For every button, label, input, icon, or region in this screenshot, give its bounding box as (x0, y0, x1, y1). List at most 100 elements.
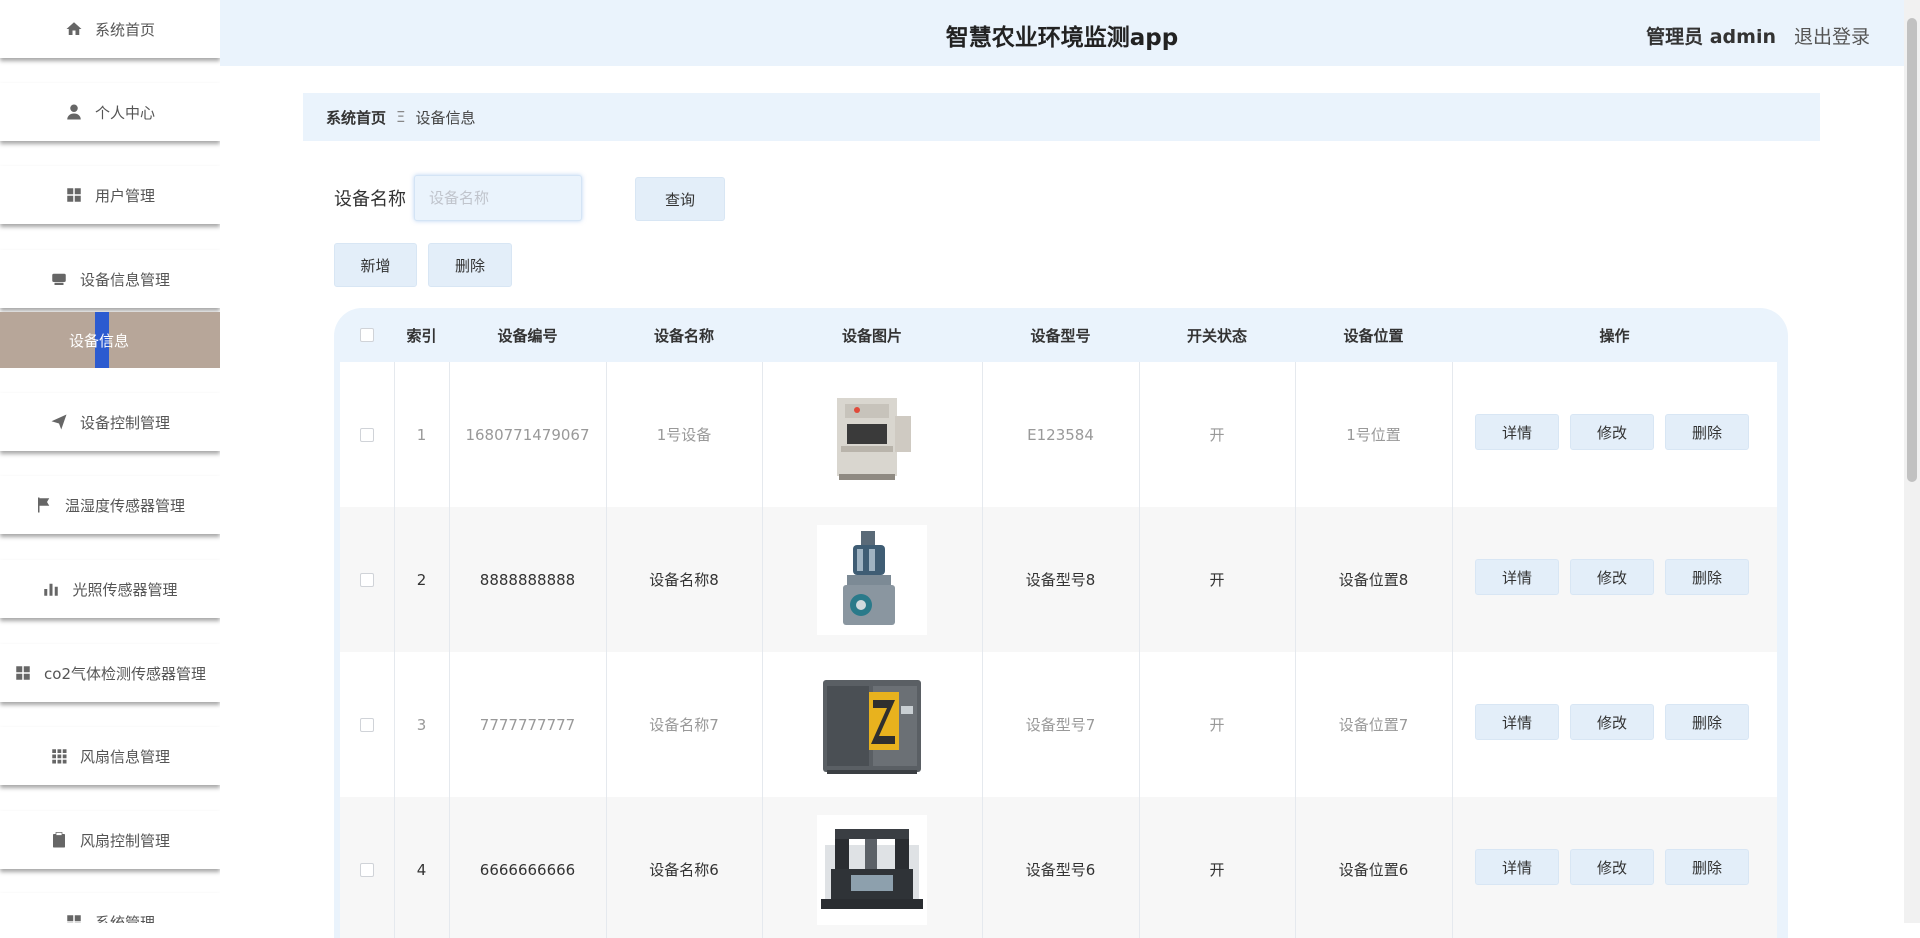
sidebar-item-device-info-management[interactable]: 设备信息管理 (0, 250, 220, 308)
sidebar-subitem-device-info[interactable]: 设备信息 (0, 312, 220, 368)
sidebar-item-fan-info[interactable]: 风扇信息管理 (0, 727, 220, 785)
cell-index: 3 (394, 652, 449, 797)
admin-label: 管理员 admin (1646, 22, 1776, 49)
detail-button[interactable]: 详情 (1475, 559, 1559, 595)
batch-delete-button[interactable]: 删除 (428, 243, 512, 287)
sidebar-item-co2-sensor[interactable]: co2气体检测传感器管理 (0, 644, 220, 702)
sidebar-item-home[interactable]: 系统首页 (0, 0, 220, 58)
header-model: 设备型号 (982, 308, 1139, 362)
sidebar-item-label: 光照传感器管理 (72, 579, 177, 600)
sidebar-item-label: 设备信息管理 (80, 269, 170, 290)
row-select (340, 362, 394, 507)
sidebar-item-temperature-humidity-sensor[interactable]: 温湿度传感器管理 (0, 476, 220, 534)
sidebar-item-label: 用户管理 (95, 185, 155, 206)
row-checkbox[interactable] (360, 863, 374, 877)
row-select (340, 507, 394, 652)
device-image-press-machine (817, 380, 927, 490)
cell-model: 设备型号8 (982, 507, 1139, 652)
search-input[interactable] (414, 175, 582, 221)
header-select-all (340, 308, 394, 362)
header-switch: 开关状态 (1139, 308, 1295, 362)
sidebar-subitem-label: 设备信息 (69, 330, 129, 351)
sidebar: 系统首页 个人中心 用户管理 设备信息管理 设备信息 设备控制管理 温湿度传感器… (0, 0, 220, 923)
sidebar-item-label: 系统首页 (95, 19, 155, 40)
edit-button[interactable]: 修改 (1570, 414, 1654, 450)
row-checkbox[interactable] (360, 573, 374, 587)
device-table: 索引 设备编号 设备名称 设备图片 设备型号 开关状态 设备位置 操作 1 16… (334, 308, 1788, 938)
delete-button[interactable]: 删除 (1665, 559, 1749, 595)
breadcrumb-home[interactable]: 系统首页 (326, 107, 386, 128)
sidebar-item-fan-control[interactable]: 风扇控制管理 (0, 811, 220, 869)
row-select (340, 797, 394, 938)
page-scrollbar[interactable] (1904, 0, 1920, 923)
cell-image (762, 362, 982, 507)
delete-button[interactable]: 删除 (1665, 414, 1749, 450)
cell-index: 1 (394, 362, 449, 507)
cell-switch: 开 (1139, 652, 1295, 797)
device-image-gantry-machine (817, 815, 927, 925)
logout-link[interactable]: 退出登录 (1794, 22, 1870, 49)
home-icon (65, 20, 83, 38)
edit-button[interactable]: 修改 (1570, 849, 1654, 885)
sidebar-item-label: co2气体检测传感器管理 (44, 663, 206, 684)
delete-button[interactable]: 删除 (1665, 849, 1749, 885)
header-ops: 操作 (1452, 308, 1777, 362)
sidebar-item-light-sensor[interactable]: 光照传感器管理 (0, 560, 220, 618)
sidebar-item-label: 系统管理 (95, 912, 155, 924)
row-checkbox[interactable] (360, 428, 374, 442)
add-button[interactable]: 新增 (334, 243, 417, 287)
cell-code: 1680771479067 (449, 362, 606, 507)
device-image-rotary-machine (817, 525, 927, 635)
table-row: 2 8888888888 设备名称8 设备型号8 开 设备位置8 详情 修改 (340, 507, 1777, 653)
delete-button[interactable]: 删除 (1665, 704, 1749, 740)
breadcrumb-current: 设备信息 (416, 107, 476, 128)
edit-button[interactable]: 修改 (1570, 704, 1654, 740)
edit-button[interactable]: 修改 (1570, 559, 1654, 595)
row-checkbox[interactable] (360, 718, 374, 732)
query-button[interactable]: 查询 (635, 177, 725, 221)
detail-button[interactable]: 详情 (1475, 849, 1559, 885)
cell-code: 8888888888 (449, 507, 606, 652)
bar-chart-icon (42, 580, 60, 598)
cell-name: 1号设备 (606, 362, 762, 507)
table-row: 4 6666666666 设备名称6 设备型号6 开 设备位置6 详情 修改 (340, 797, 1777, 938)
user-icon (65, 103, 83, 121)
cell-code: 6666666666 (449, 797, 606, 938)
cell-location: 设备位置6 (1295, 797, 1452, 938)
header-name: 设备名称 (606, 308, 762, 362)
sidebar-item-label: 设备控制管理 (80, 412, 170, 433)
cell-name: 设备名称8 (606, 507, 762, 652)
send-icon (50, 413, 68, 431)
table-header: 索引 设备编号 设备名称 设备图片 设备型号 开关状态 设备位置 操作 (334, 308, 1788, 362)
sidebar-item-user-management[interactable]: 用户管理 (0, 166, 220, 224)
device-image-compressor-cabinet (817, 670, 927, 780)
cell-name: 设备名称7 (606, 652, 762, 797)
header-image: 设备图片 (762, 308, 982, 362)
detail-button[interactable]: 详情 (1475, 414, 1559, 450)
detail-button[interactable]: 详情 (1475, 704, 1559, 740)
sidebar-item-system-management[interactable]: 系统管理 (0, 893, 220, 923)
sidebar-item-personal-center[interactable]: 个人中心 (0, 83, 220, 141)
scrollbar-thumb[interactable] (1907, 18, 1917, 482)
header-location: 设备位置 (1295, 308, 1452, 362)
grid-small-icon (50, 747, 68, 765)
header-index: 索引 (394, 308, 449, 362)
cell-image (762, 652, 982, 797)
cell-switch: 开 (1139, 362, 1295, 507)
grid-icon (65, 186, 83, 204)
grid-icon (65, 913, 83, 923)
cell-code: 7777777777 (449, 652, 606, 797)
cell-model: E123584 (982, 362, 1139, 507)
table-row: 3 7777777777 设备名称7 设备型号7 开 设备位置7 详情 修改 删… (340, 652, 1777, 798)
sidebar-item-device-control-management[interactable]: 设备控制管理 (0, 393, 220, 451)
cell-switch: 开 (1139, 797, 1295, 938)
cell-model: 设备型号6 (982, 797, 1139, 938)
flag-icon (35, 496, 53, 514)
cell-image (762, 507, 982, 652)
cell-index: 4 (394, 797, 449, 938)
sidebar-item-label: 风扇控制管理 (80, 830, 170, 851)
select-all-checkbox[interactable] (360, 328, 374, 342)
sidebar-item-label: 温湿度传感器管理 (65, 495, 185, 516)
sidebar-item-label: 个人中心 (95, 102, 155, 123)
cell-location: 1号位置 (1295, 362, 1452, 507)
